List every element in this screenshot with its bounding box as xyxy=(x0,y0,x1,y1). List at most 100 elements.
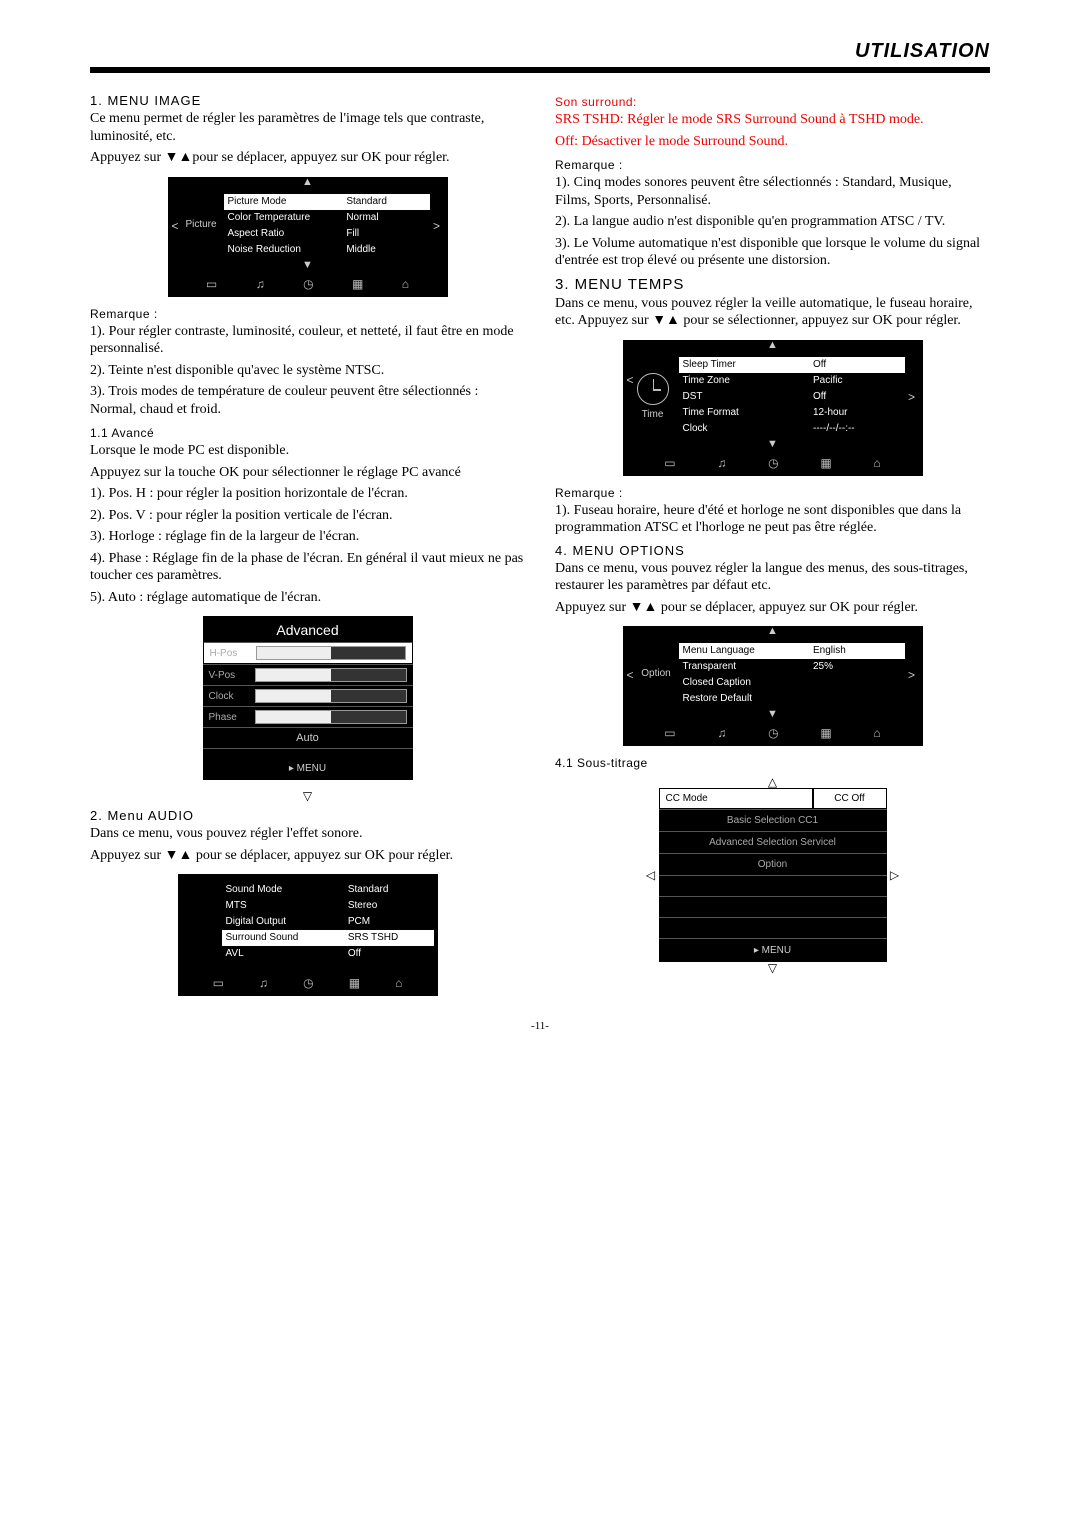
slider[interactable] xyxy=(255,689,407,703)
cc-menu[interactable]: MENU xyxy=(659,938,887,962)
music-icon[interactable]: ♫ xyxy=(717,726,726,740)
adv-menu[interactable]: MENU xyxy=(203,757,413,780)
value: Stereo xyxy=(344,898,434,914)
monitor-icon[interactable]: ▭ xyxy=(664,726,675,740)
adv-row[interactable]: Clock xyxy=(203,685,413,706)
value: Off xyxy=(344,946,434,962)
slider[interactable] xyxy=(255,668,407,682)
osd-closed-caption: △ ◁ CC Mode CC Off Basic Selection CC1 A… xyxy=(643,776,903,974)
osd-row[interactable]: Surround SoundSRS TSHD xyxy=(222,930,434,946)
tab-text: Picture xyxy=(185,219,216,230)
osd-row[interactable]: DSTOff xyxy=(679,389,905,405)
osd-row[interactable]: MTSStereo xyxy=(222,898,434,914)
arrows: ▼▲ xyxy=(652,313,680,328)
value: PCM xyxy=(344,914,434,930)
cc-row[interactable]: Advanced Selection Servicel xyxy=(659,831,887,853)
label: Time Format xyxy=(679,405,810,421)
clock-icon[interactable]: ◷ xyxy=(303,976,313,990)
section-1-title: 1. MENU IMAGE xyxy=(90,93,525,108)
label: Transparent xyxy=(679,659,810,675)
clock-icon[interactable]: ◷ xyxy=(768,726,778,740)
remark-title: Remarque : xyxy=(555,486,990,500)
osd-row[interactable]: AVLOff xyxy=(222,946,434,962)
list-item: 1). Pos. H : pour régler la position hor… xyxy=(90,485,525,503)
label: Phase xyxy=(209,712,255,723)
section-2-desc: Dans ce menu, vous pouvez régler l'effet… xyxy=(90,825,525,843)
osd-row[interactable]: Time ZonePacific xyxy=(679,373,905,389)
list-item: 5). Auto : réglage automatique de l'écra… xyxy=(90,589,525,607)
osd-row[interactable]: Time Format12-hour xyxy=(679,405,905,421)
value: Fill xyxy=(342,226,429,242)
osd-rows: Sound ModeStandard MTSStereo Digital Out… xyxy=(222,882,434,962)
label: Menu Language xyxy=(679,643,810,659)
slider[interactable] xyxy=(256,646,406,660)
osd-row[interactable]: Transparent25% xyxy=(679,659,905,675)
section-4-desc: Dans ce menu, vous pouvez régler la lang… xyxy=(555,560,990,595)
section-3-desc: Dans ce menu, vous pouvez régler la veil… xyxy=(555,295,990,330)
music-icon[interactable]: ♫ xyxy=(259,976,268,990)
value: Normal xyxy=(342,210,429,226)
lock-icon[interactable]: ⌂ xyxy=(873,726,880,740)
osd-row[interactable]: Sound ModeStandard xyxy=(222,882,434,898)
cc-row[interactable]: Option xyxy=(659,853,887,875)
osd-rows: Menu LanguageEnglish Transparent25% Clos… xyxy=(679,643,905,707)
caret-right-icon: > xyxy=(905,390,919,404)
osd-row[interactable]: Clock----/--/--:-- xyxy=(679,421,905,437)
label: Sound Mode xyxy=(222,882,344,898)
section-3-title: 3. MENU TEMPS xyxy=(555,276,990,293)
osd-row[interactable]: Picture ModeStandard xyxy=(224,194,430,210)
caret-left-icon: < xyxy=(627,668,634,682)
label: Clock xyxy=(209,691,255,702)
value: SRS TSHD xyxy=(344,930,434,946)
cc-head-row[interactable]: CC Mode CC Off xyxy=(659,788,887,809)
label: Color Temperature xyxy=(224,210,343,226)
music-icon[interactable]: ♫ xyxy=(717,456,726,470)
grid-icon[interactable]: ▦ xyxy=(349,976,360,990)
text: pour se déplacer, appuyez sur OK pour ré… xyxy=(657,600,918,615)
monitor-icon[interactable]: ▭ xyxy=(206,277,217,291)
osd-advanced: Advanced H-Pos V-Pos Clock Phase Auto ME… xyxy=(203,616,413,780)
adv-row[interactable]: V-Pos xyxy=(203,664,413,685)
grid-icon[interactable]: ▦ xyxy=(820,726,831,740)
label: MTS xyxy=(222,898,344,914)
clock-icon[interactable]: ◷ xyxy=(768,456,778,470)
grid-icon[interactable]: ▦ xyxy=(352,277,363,291)
monitor-icon[interactable]: ▭ xyxy=(664,456,675,470)
label: DST xyxy=(679,389,810,405)
adv-row[interactable]: Phase xyxy=(203,706,413,727)
remark-item: 3). Le Volume automatique n'est disponib… xyxy=(555,235,990,270)
osd-row[interactable]: Color TemperatureNormal xyxy=(224,210,430,226)
osd-row[interactable]: Aspect RatioFill xyxy=(224,226,430,242)
triangle-down-icon: ▽ xyxy=(643,962,903,974)
surround-line: SRS TSHD: Régler le mode SRS Surround So… xyxy=(555,111,990,129)
surround-title: Son surround: xyxy=(555,95,990,109)
adv-auto[interactable]: Auto xyxy=(203,727,413,749)
lock-icon[interactable]: ⌂ xyxy=(402,277,409,291)
osd-row[interactable]: Digital OutputPCM xyxy=(222,914,434,930)
cc-row[interactable]: Basic Selection CC1 xyxy=(659,809,887,831)
text: pour se déplacer, appuyez sur OK pour ré… xyxy=(192,848,453,863)
clock-icon[interactable]: ◷ xyxy=(303,277,313,291)
adv-row[interactable]: H-Pos xyxy=(203,642,413,664)
page-number: -11- xyxy=(90,1020,990,1032)
music-icon[interactable]: ♫ xyxy=(256,277,265,291)
slider[interactable] xyxy=(255,710,407,724)
list-item: 3). Horloge : réglage fin de la largeur … xyxy=(90,528,525,546)
remark-item: 2). La langue audio n'est disponible qu'… xyxy=(555,213,990,231)
value: Off xyxy=(809,389,905,405)
osd-row[interactable]: Sleep TimerOff xyxy=(679,357,905,373)
osd-row[interactable]: Noise ReductionMiddle xyxy=(224,242,430,258)
grid-icon[interactable]: ▦ xyxy=(820,456,831,470)
header-divider xyxy=(90,67,990,73)
monitor-icon[interactable]: ▭ xyxy=(213,976,224,990)
section-4-nav: Appuyez sur ▼▲ pour se déplacer, appuyez… xyxy=(555,599,990,617)
osd-row[interactable]: Menu LanguageEnglish xyxy=(679,643,905,659)
lock-icon[interactable]: ⌂ xyxy=(873,456,880,470)
lock-icon[interactable]: ⌂ xyxy=(395,976,402,990)
caret-right-icon: > xyxy=(905,668,919,682)
osd-category-icons: ▭ ♫ ◷ ▦ ⌂ xyxy=(623,450,923,476)
cc-empty xyxy=(659,917,887,938)
osd-row[interactable]: Closed Caption xyxy=(679,675,905,691)
osd-row[interactable]: Restore Default xyxy=(679,691,905,707)
label: Restore Default xyxy=(679,691,810,707)
